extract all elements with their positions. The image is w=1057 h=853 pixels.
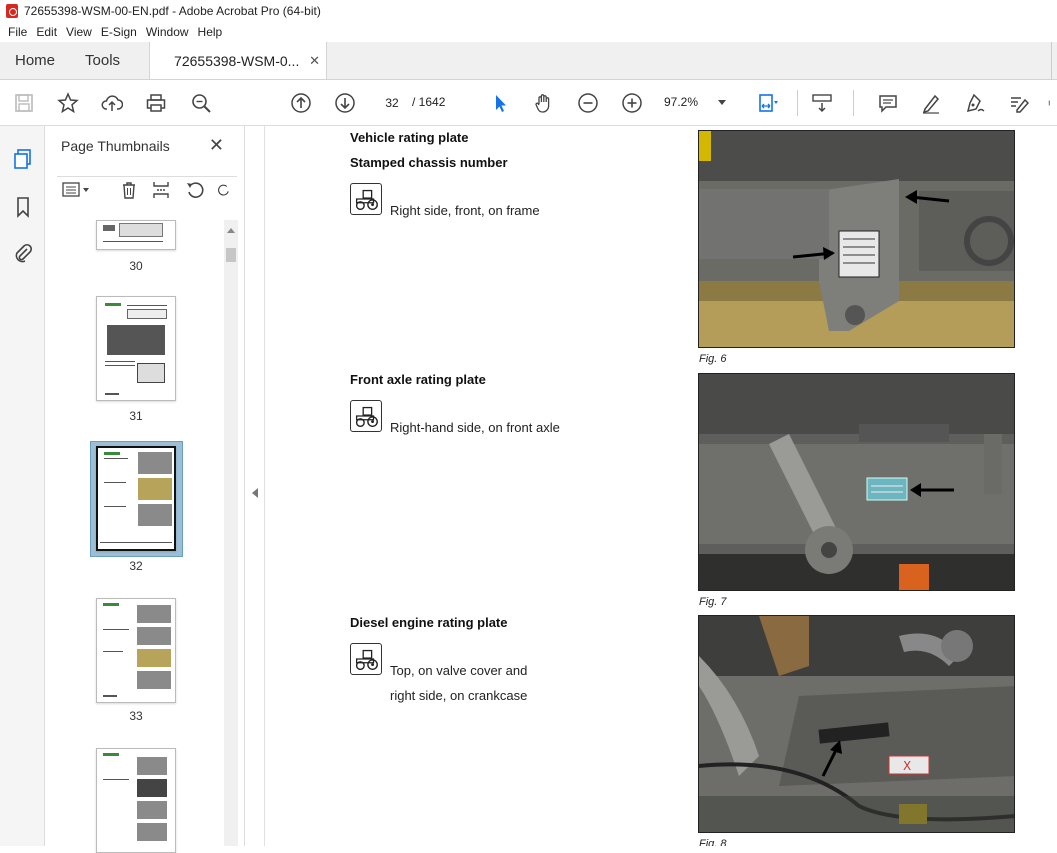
previous-page-icon[interactable] — [289, 91, 313, 115]
figure-caption: Fig. 8 — [699, 838, 727, 846]
zoom-in-icon[interactable] — [620, 91, 644, 115]
figure-caption: Fig. 6 — [699, 353, 727, 365]
page-thumbnails-icon[interactable] — [12, 148, 34, 170]
zoom-dropdown-chevron-down-icon[interactable] — [718, 100, 726, 105]
left-nav-rail — [0, 126, 45, 846]
sign-icon[interactable] — [962, 91, 986, 115]
attachments-paperclip-icon[interactable] — [12, 242, 34, 264]
thumbnail-scrollbar[interactable] — [224, 220, 238, 846]
thumbnail-panel-title: Page Thumbnails — [61, 138, 170, 154]
tractor-icon — [350, 400, 382, 432]
title-bar: 72655398-WSM-00-EN.pdf - Adobe Acrobat P… — [0, 0, 1057, 22]
page-fit-icon[interactable] — [755, 91, 779, 115]
section-heading-front-axle-rating-plate: Front axle rating plate — [350, 372, 486, 387]
page-thumbnail-30[interactable] — [96, 220, 176, 250]
tab-document-label: 72655398-WSM-0... — [174, 52, 300, 69]
upload-cloud-icon[interactable] — [100, 91, 124, 115]
thumbnail-toolbar — [57, 176, 237, 202]
pdf-app-icon — [6, 4, 18, 18]
zoom-search-icon[interactable] — [189, 91, 213, 115]
photo-diesel-engine-rating-plate: X — [698, 615, 1015, 833]
delete-page-trash-icon[interactable] — [119, 180, 139, 200]
tab-home[interactable]: Home — [0, 42, 70, 79]
menu-help[interactable]: Help — [194, 25, 227, 39]
page-number-input[interactable]: 32 — [376, 92, 408, 114]
menu-edit[interactable]: Edit — [32, 25, 61, 39]
highlight-pen-icon[interactable] — [919, 91, 943, 115]
rotate-counterclockwise-icon[interactable] — [185, 180, 205, 200]
comment-icon[interactable] — [876, 91, 900, 115]
thumbnail-label-31: 31 — [129, 409, 143, 423]
panel-collapse-strip[interactable] — [245, 126, 265, 846]
menu-esign[interactable]: E-Sign — [97, 25, 141, 39]
menu-bar: File Edit View E-Sign Window Help — [0, 22, 1057, 42]
toolbar-divider — [853, 90, 854, 116]
bookmarks-icon[interactable] — [12, 196, 34, 218]
thumbnail-scroll-thumb[interactable] — [226, 248, 236, 262]
thumbnail-label-30: 30 — [129, 259, 143, 273]
collapse-panel-chevron-left-icon[interactable] — [252, 488, 258, 498]
thumbnail-panel-close-icon[interactable]: ✕ — [209, 135, 224, 156]
thumbnail-options-menu-icon[interactable] — [61, 180, 91, 200]
section-desc-line: Right side, front, on frame — [390, 203, 540, 218]
section-desc-line: Right-hand side, on front axle — [390, 420, 560, 435]
section-desc-line: right side, on crankcase — [390, 688, 528, 703]
menu-view[interactable]: View — [62, 25, 96, 39]
section-subheading-stamped-chassis: Stamped chassis number — [350, 155, 508, 170]
page-thumbnail-31[interactable] — [96, 296, 176, 401]
photo-vehicle-rating-plate — [698, 130, 1015, 348]
window-title: 72655398-WSM-00-EN.pdf - Adobe Acrobat P… — [24, 4, 321, 18]
svg-text:X: X — [903, 759, 911, 773]
scroll-up-arrow-icon[interactable] — [227, 228, 235, 233]
zoom-level[interactable]: 97.2% — [664, 95, 698, 109]
page-total: / 1642 — [412, 95, 446, 109]
next-page-icon[interactable] — [333, 91, 357, 115]
menu-window[interactable]: Window — [142, 25, 193, 39]
thumbnail-panel: Page Thumbnails ✕ 30 31 32 33 — [45, 126, 245, 853]
page-thumbnail-34[interactable] — [96, 748, 176, 853]
tab-tools[interactable]: Tools — [70, 42, 135, 79]
tractor-icon — [350, 643, 382, 675]
bookmark-star-icon[interactable] — [56, 91, 80, 115]
zoom-out-icon[interactable] — [576, 91, 600, 115]
section-heading-vehicle-rating-plate: Vehicle rating plate — [350, 130, 469, 145]
section-heading-diesel-engine-rating-plate: Diesel engine rating plate — [350, 615, 508, 630]
document-view[interactable]: Vehicle rating plate Stamped chassis num… — [266, 126, 1057, 846]
print-icon[interactable] — [144, 91, 168, 115]
page-thumbnail-33[interactable] — [96, 598, 176, 703]
tab-bar: Home Tools 72655398-WSM-0... ✕ — [0, 42, 1057, 80]
thumbnail-label-32: 32 — [129, 559, 143, 573]
section-desc-line: Top, on valve cover and — [390, 663, 528, 678]
select-cursor-icon[interactable] — [488, 91, 512, 115]
page-thumbnail-32[interactable] — [96, 446, 176, 551]
photo-front-axle-rating-plate — [698, 373, 1015, 591]
tab-overflow — [1051, 42, 1057, 80]
more-tools-icon[interactable] — [1048, 91, 1057, 115]
save-icon[interactable] — [12, 91, 36, 115]
toolbar-divider — [797, 90, 798, 116]
scroll-mode-icon[interactable] — [810, 91, 834, 115]
figure-caption: Fig. 7 — [699, 596, 727, 608]
tractor-icon — [350, 183, 382, 215]
edit-pdf-icon[interactable] — [1006, 91, 1030, 115]
menu-file[interactable]: File — [4, 25, 31, 39]
hand-tool-icon[interactable] — [532, 91, 556, 115]
main-toolbar: 32 / 1642 97.2% — [0, 80, 1057, 126]
thumbnail-label-33: 33 — [129, 709, 143, 723]
insert-page-icon[interactable] — [151, 180, 171, 200]
tab-close-icon[interactable]: ✕ — [309, 53, 320, 69]
rotate-clockwise-icon[interactable] — [217, 180, 231, 200]
tab-document[interactable]: 72655398-WSM-0... ✕ — [149, 42, 328, 79]
